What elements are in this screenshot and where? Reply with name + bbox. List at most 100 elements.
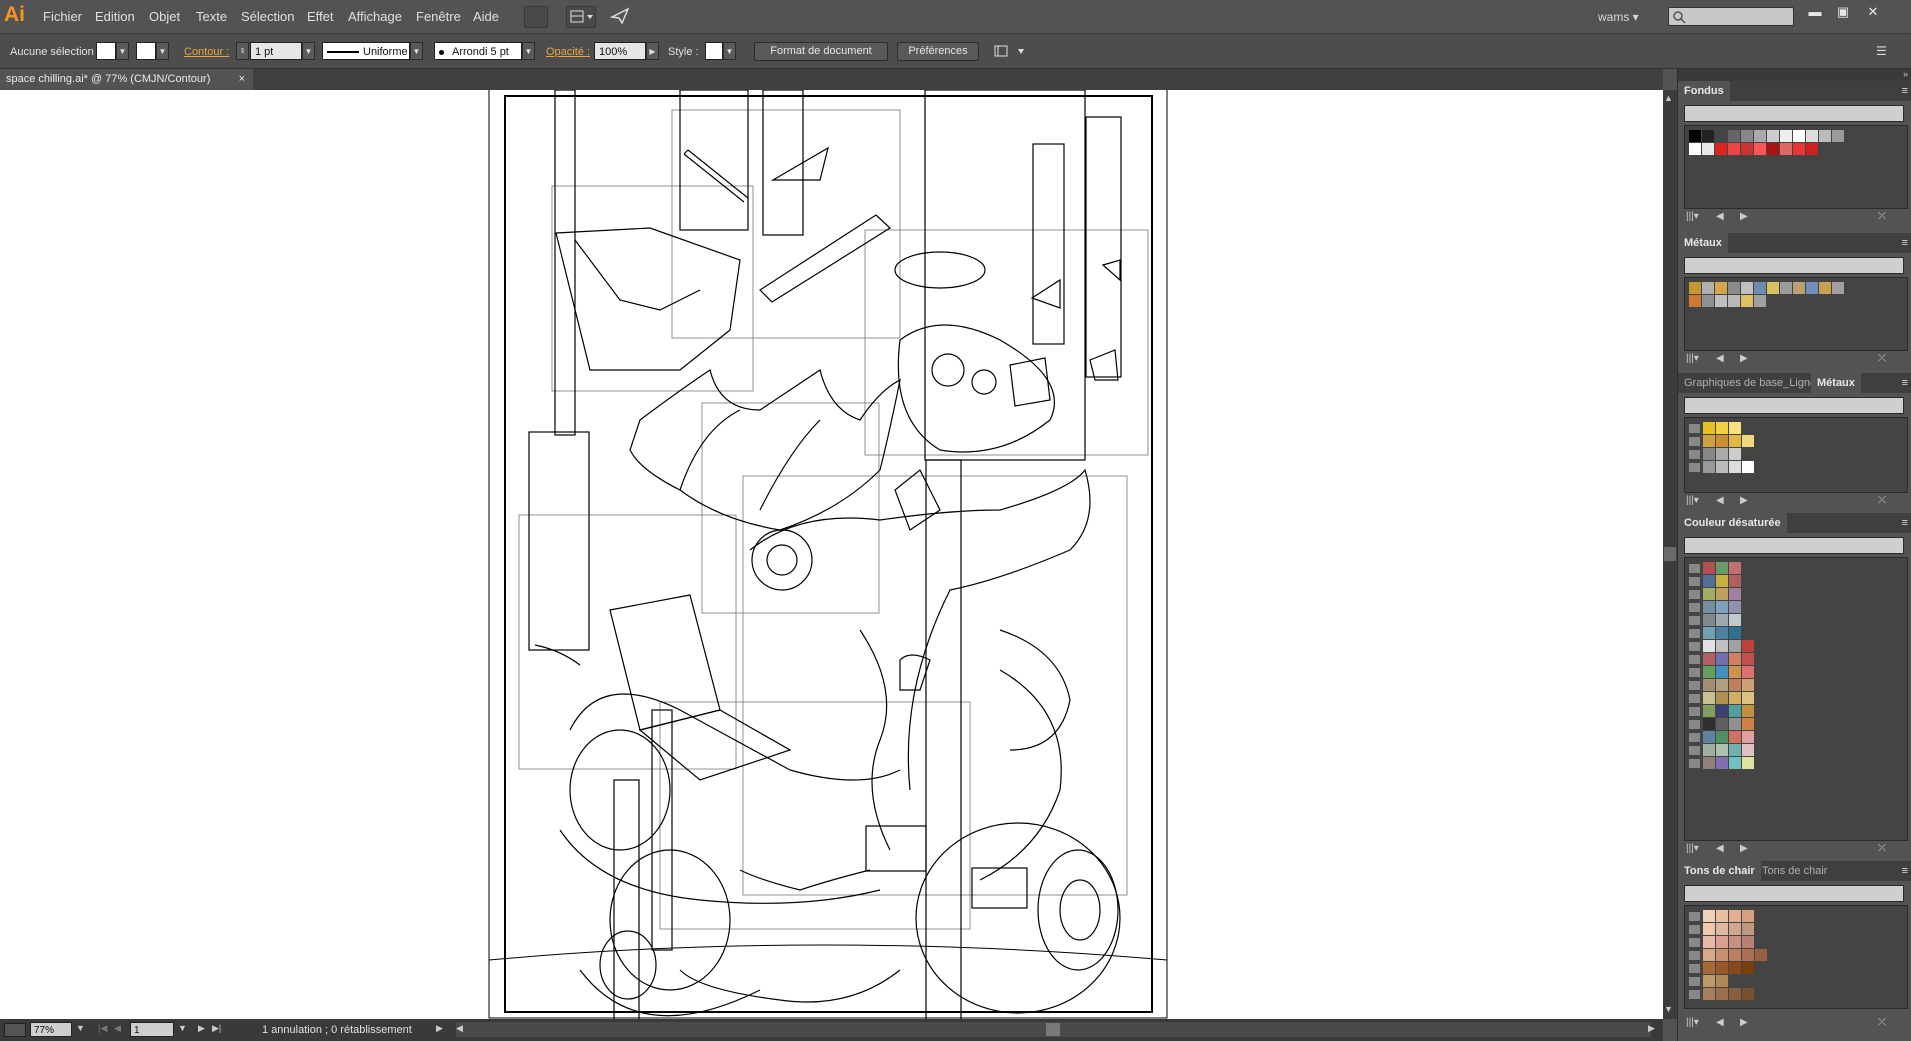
swatch[interactable] [1703, 718, 1715, 730]
swatch[interactable] [1729, 936, 1741, 948]
swatch[interactable] [1716, 562, 1728, 574]
swatch[interactable] [1716, 601, 1728, 613]
swatch-group[interactable] [1689, 988, 1755, 1000]
tab-metaux[interactable]: Métaux [1678, 233, 1728, 253]
artboard-field[interactable]: 1 [130, 1022, 174, 1037]
swatch[interactable] [1741, 143, 1753, 155]
swatch[interactable] [1716, 936, 1728, 948]
prev-library-icon[interactable]: ◀ [1716, 211, 1724, 222]
add-to-swatches-icon[interactable]: ⤫ [1878, 1017, 1886, 1028]
swatch[interactable] [1703, 448, 1715, 460]
swatch-group[interactable] [1689, 666, 1755, 678]
swatch[interactable] [1703, 757, 1715, 769]
swatch[interactable] [1703, 988, 1715, 1000]
swatch-group[interactable] [1689, 718, 1755, 730]
swatch[interactable] [1806, 282, 1818, 294]
swatch[interactable] [1742, 435, 1754, 447]
brush-dropdown[interactable]: ▼ [522, 42, 535, 60]
swatch[interactable] [1767, 130, 1779, 142]
swatch[interactable] [1729, 692, 1741, 704]
library-menu-icon[interactable]: |||▾ [1686, 1017, 1699, 1028]
swatch[interactable] [1728, 295, 1740, 307]
panel-options-icon[interactable]: ≡ [1902, 85, 1908, 97]
swatch[interactable] [1729, 949, 1741, 961]
swatch[interactable] [1742, 718, 1754, 730]
artboard-dropdown[interactable]: ▼ [178, 1023, 187, 1033]
swatch[interactable] [1716, 718, 1728, 730]
swatch[interactable] [1716, 923, 1728, 935]
swatch[interactable] [1728, 130, 1740, 142]
stroke-weight-dropdown[interactable]: ▼ [302, 42, 315, 60]
tab-tons-chair-2[interactable]: Tons de chair [1756, 861, 1833, 881]
swatch[interactable] [1793, 143, 1805, 155]
swatch-group[interactable] [1689, 731, 1755, 743]
swatch-group[interactable] [1689, 448, 1742, 460]
swatch[interactable] [1742, 949, 1754, 961]
close-window-button[interactable]: ✕ [1860, 3, 1886, 21]
swatch[interactable] [1703, 588, 1715, 600]
prev-artboard-icon[interactable]: ◀ [114, 1023, 121, 1034]
swatch[interactable] [1729, 435, 1741, 447]
opacity-label[interactable]: Opacité : [546, 46, 590, 58]
swatch[interactable] [1703, 923, 1715, 935]
swatch[interactable] [1716, 653, 1728, 665]
swatch[interactable] [1702, 282, 1714, 294]
swatch[interactable] [1793, 282, 1805, 294]
swatch[interactable] [1716, 679, 1728, 691]
swatch[interactable] [1742, 653, 1754, 665]
swatch[interactable] [1715, 282, 1727, 294]
canvas[interactable] [0, 90, 1663, 1019]
swatch[interactable] [1806, 143, 1818, 155]
swatch[interactable] [1703, 562, 1715, 574]
swatch-group[interactable] [1689, 435, 1755, 447]
desaturee-search-input[interactable] [1684, 537, 1904, 554]
swatch[interactable] [1742, 962, 1754, 974]
swatch[interactable] [1742, 988, 1754, 1000]
style-dropdown[interactable]: ▼ [723, 42, 736, 60]
swatch[interactable] [1716, 988, 1728, 1000]
add-to-swatches-icon[interactable]: ⤫ [1878, 353, 1886, 364]
swatch[interactable] [1689, 143, 1701, 155]
swatch[interactable] [1742, 679, 1754, 691]
swatch[interactable] [1729, 640, 1741, 652]
swatch[interactable] [1703, 962, 1715, 974]
swatch-group[interactable] [1689, 653, 1755, 665]
swatch[interactable] [1729, 718, 1741, 730]
scroll-thumb[interactable] [1664, 547, 1676, 561]
swatch[interactable] [1780, 282, 1792, 294]
swatch[interactable] [1716, 744, 1728, 756]
swatch-group[interactable] [1689, 588, 1742, 600]
swatch[interactable] [1716, 461, 1728, 473]
zoom-field[interactable]: 77% [30, 1022, 72, 1037]
swatch[interactable] [1703, 744, 1715, 756]
menu-fenetre[interactable]: Fenêtre [416, 9, 461, 24]
opacity-slider-button[interactable]: ▶ [646, 42, 659, 60]
swatch-group[interactable] [1689, 962, 1755, 974]
stroke-swatch[interactable] [136, 42, 156, 60]
swatch[interactable] [1742, 936, 1754, 948]
document-setup-button[interactable]: Format de document [754, 42, 888, 61]
fondus-search-input[interactable] [1684, 105, 1904, 122]
swatch[interactable] [1754, 282, 1766, 294]
swatch[interactable] [1729, 588, 1741, 600]
tab-metaux-2[interactable]: Métaux [1811, 373, 1861, 393]
menu-texte[interactable]: Texte [196, 9, 227, 24]
swatch[interactable] [1742, 640, 1754, 652]
swatch[interactable] [1716, 422, 1728, 434]
next-library-icon[interactable]: ▶ [1740, 495, 1748, 506]
swatch[interactable] [1741, 282, 1753, 294]
swatch-group[interactable] [1689, 744, 1755, 756]
swatch[interactable] [1741, 295, 1753, 307]
swatch[interactable] [1767, 282, 1779, 294]
scroll-left-icon[interactable]: ◀ [456, 1023, 463, 1034]
swatch-group[interactable] [1689, 679, 1755, 691]
swatch[interactable] [1767, 143, 1779, 155]
swatch-group[interactable] [1689, 601, 1742, 613]
swatch[interactable] [1742, 744, 1754, 756]
swatch[interactable] [1729, 461, 1741, 473]
swatch-group[interactable] [1689, 923, 1755, 935]
library-menu-icon[interactable]: |||▾ [1686, 843, 1699, 854]
swatch[interactable] [1729, 731, 1741, 743]
menu-effet[interactable]: Effet [307, 9, 334, 24]
stroke-stepper[interactable]: ⇕ [236, 42, 249, 60]
